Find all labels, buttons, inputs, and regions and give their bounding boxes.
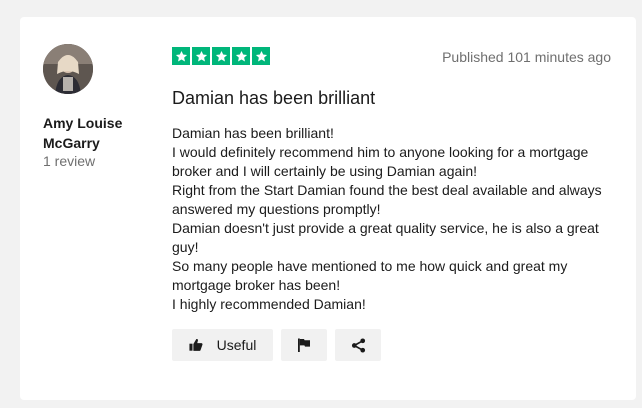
useful-label: Useful	[216, 337, 257, 353]
star-icon	[252, 47, 270, 65]
review-body-line: Damian has been brilliant!	[172, 125, 334, 141]
star-rating	[172, 47, 270, 65]
review-body-line: Right from the Start Damian found the be…	[172, 182, 602, 217]
share-icon	[351, 337, 366, 353]
review-body-line: I highly recommended Damian!	[172, 296, 366, 312]
author-review-count: 1 review	[43, 153, 96, 169]
flag-icon	[297, 338, 311, 352]
review-body-line: Damian doesn't just provide a great qual…	[172, 220, 599, 255]
review-title[interactable]: Damian has been brilliant	[172, 87, 375, 109]
avatar[interactable]	[43, 44, 93, 94]
star-icon	[192, 47, 210, 65]
review-body-line: I would definitely recommend him to anyo…	[172, 144, 589, 179]
star-icon	[172, 47, 190, 65]
review-body: Damian has been brilliant! I would defini…	[172, 124, 612, 314]
avatar-photo	[43, 44, 93, 94]
review-body-line: So many people have mentioned to me how …	[172, 258, 568, 293]
star-icon	[232, 47, 250, 65]
report-button[interactable]	[281, 329, 327, 361]
thumbs-up-icon	[189, 338, 203, 352]
share-button[interactable]	[335, 329, 381, 361]
published-date: Published 101 minutes ago	[442, 49, 611, 65]
review-actions: Useful	[172, 329, 381, 361]
review-card: Amy Louise McGarry 1 review Published 10…	[20, 17, 636, 400]
useful-button[interactable]: Useful	[172, 329, 273, 361]
star-icon	[212, 47, 230, 65]
author-name[interactable]: Amy Louise McGarry	[43, 113, 153, 153]
